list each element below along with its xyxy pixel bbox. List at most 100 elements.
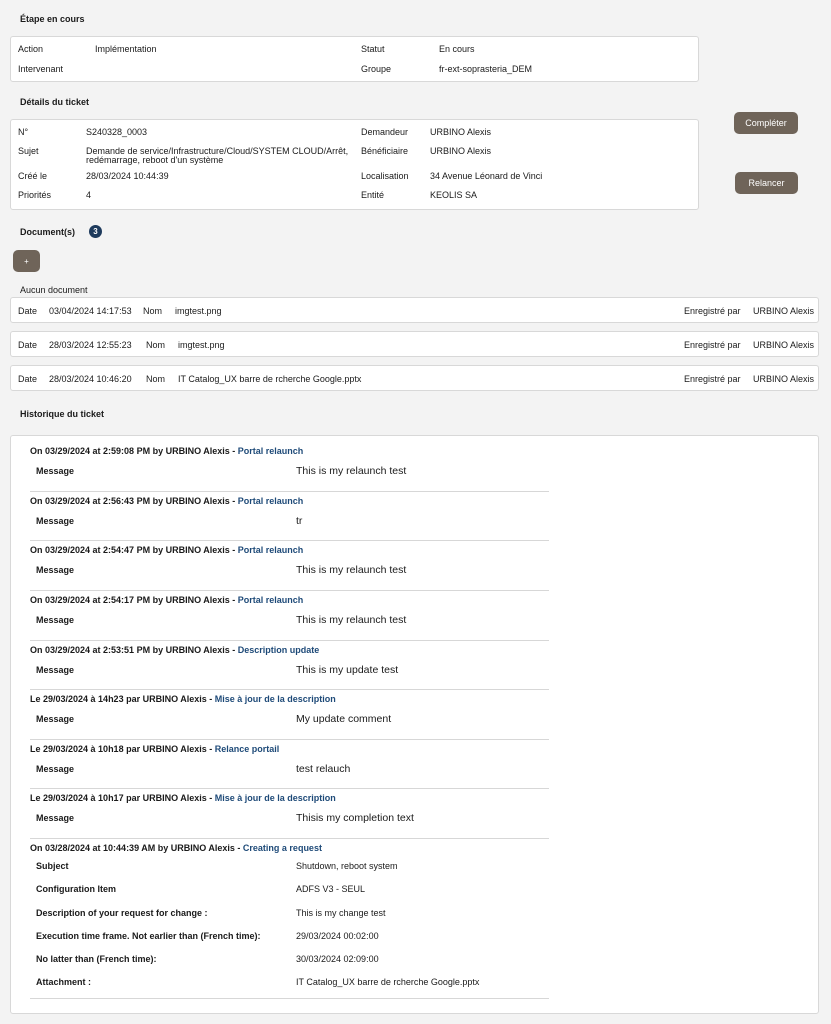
intervenant-label: Intervenant xyxy=(18,64,64,74)
cree-label: Créé le xyxy=(18,171,48,181)
doc-date: 28/03/2024 10:46:20 xyxy=(49,374,132,384)
doc-by: URBINO Alexis xyxy=(753,374,815,384)
details-title: Détails du ticket xyxy=(20,97,90,107)
doc-nom[interactable]: imgtest.png xyxy=(178,340,225,350)
beneficiaire-label: Bénéficiaire xyxy=(361,146,409,156)
history-entry: On 03/28/2024 at 10:44:39 AM by URBINO A… xyxy=(30,843,549,999)
cree-value: 28/03/2024 10:44:39 xyxy=(86,171,169,181)
num-label: N° xyxy=(18,127,29,137)
history-entry-header: On 03/29/2024 at 2:59:08 PM by URBINO Al… xyxy=(30,446,304,456)
message-label: Message xyxy=(36,764,75,774)
message-value: This is my relaunch test xyxy=(296,564,407,576)
action-value: Implémentation xyxy=(95,44,157,54)
message-value: My update comment xyxy=(296,713,392,725)
history-entry: On 03/29/2024 at 2:56:43 PM by URBINO Al… xyxy=(30,496,549,541)
etape-title: Étape en cours xyxy=(20,14,85,24)
localisation-value: 34 Avenue Léonard de Vinci xyxy=(430,171,543,181)
num-value: S240328_0003 xyxy=(86,127,148,137)
message-label: Message xyxy=(36,714,75,724)
etape-card: Action Implémentation Statut En cours In… xyxy=(10,36,699,82)
description-label: Description of your request for change : xyxy=(36,908,208,918)
doc-date: 03/04/2024 14:17:53 xyxy=(49,306,132,316)
message-label: Message xyxy=(36,466,75,476)
description-value: This is my change test xyxy=(296,908,386,918)
history-entry: On 03/29/2024 at 2:54:47 PM by URBINO Al… xyxy=(30,545,549,591)
doc-by: URBINO Alexis xyxy=(753,340,815,350)
history-entry-header: On 03/29/2024 at 2:54:47 PM by URBINO Al… xyxy=(30,545,304,555)
history-entry: Le 29/03/2024 à 10h18 par URBINO Alexis … xyxy=(30,744,549,789)
history-entry: On 03/29/2024 at 2:54:17 PM by URBINO Al… xyxy=(30,595,549,641)
message-value: This is my update test xyxy=(296,664,399,676)
documents-count-badge: 3 xyxy=(89,225,102,238)
statut-value: En cours xyxy=(439,44,475,54)
message-value: This is my relaunch test xyxy=(296,465,407,477)
groupe-value: fr-ext-soprasteria_DEM xyxy=(439,64,533,74)
doc-date-label: Date xyxy=(18,340,38,350)
execution-latest-label: No latter than (French time): xyxy=(36,954,157,964)
execution-earliest-label: Execution time frame. Not earlier than (… xyxy=(36,931,261,941)
configuration-item-label: Configuration Item xyxy=(36,884,116,894)
history-entry-header: On 03/28/2024 at 10:44:39 AM by URBINO A… xyxy=(30,843,322,853)
completer-button[interactable]: Compléter xyxy=(734,112,798,134)
attachment-label: Attachment : xyxy=(36,977,92,987)
doc-nom-label: Nom xyxy=(146,340,166,350)
history-entry-header: Le 29/03/2024 à 10h18 par URBINO Alexis … xyxy=(30,744,280,754)
doc-nom-label: Nom xyxy=(146,374,166,384)
document-row[interactable]: Date 28/03/2024 10:46:20 Nom IT Catalog_… xyxy=(10,365,819,391)
doc-date-label: Date xyxy=(18,374,38,384)
message-label: Message xyxy=(36,813,75,823)
execution-earliest-value: 29/03/2024 00:02:00 xyxy=(296,931,379,941)
history-entry: On 03/29/2024 at 2:59:08 PM by URBINO Al… xyxy=(30,446,549,492)
relancer-button[interactable]: Relancer xyxy=(735,172,798,194)
message-label: Message xyxy=(36,516,75,526)
historique-title: Historique du ticket xyxy=(20,409,105,419)
subject-label: Subject xyxy=(36,861,69,871)
message-value: test relauch xyxy=(296,763,351,775)
history-entry: On 03/29/2024 at 2:53:51 PM by URBINO Al… xyxy=(30,645,549,690)
groupe-label: Groupe xyxy=(361,64,392,74)
doc-date-label: Date xyxy=(18,306,38,316)
documents-title: Document(s) xyxy=(20,227,76,237)
message-value: This is my relaunch test xyxy=(296,614,407,626)
document-row[interactable]: Date 03/04/2024 14:17:53 Nom imgtest.png… xyxy=(10,297,819,323)
doc-by-label: Enregistré par xyxy=(684,306,741,316)
sujet-value-line2: redémarrage, reboot d'un système xyxy=(86,155,224,165)
sujet-label: Sujet xyxy=(18,146,39,156)
doc-by-label: Enregistré par xyxy=(684,374,741,384)
message-value: tr xyxy=(296,515,303,527)
history-entry-header: Le 29/03/2024 à 14h23 par URBINO Alexis … xyxy=(30,694,336,704)
history-entry-header: On 03/29/2024 at 2:56:43 PM by URBINO Al… xyxy=(30,496,304,506)
document-row[interactable]: Date 28/03/2024 12:55:23 Nom imgtest.png… xyxy=(10,331,819,357)
add-document-button[interactable]: + xyxy=(13,250,40,272)
localisation-label: Localisation xyxy=(361,171,409,181)
doc-nom[interactable]: IT Catalog_UX barre de rcherche Google.p… xyxy=(178,374,361,384)
priorite-label: Priorités xyxy=(18,190,52,200)
doc-by-label: Enregistré par xyxy=(684,340,741,350)
message-value: Thisis my completion text xyxy=(296,812,414,824)
doc-nom-label: Nom xyxy=(143,306,163,316)
execution-latest-value: 30/03/2024 02:09:00 xyxy=(296,954,379,964)
entite-value: KEOLIS SA xyxy=(430,190,478,200)
entite-label: Entité xyxy=(361,190,385,200)
beneficiaire-value: URBINO Alexis xyxy=(430,146,492,156)
history-entry-header: On 03/29/2024 at 2:54:17 PM by URBINO Al… xyxy=(30,595,304,605)
action-label: Action xyxy=(18,44,44,54)
no-document-text: Aucun document xyxy=(20,285,88,295)
demandeur-value: URBINO Alexis xyxy=(430,127,492,137)
configuration-item-value: ADFS V3 - SEUL xyxy=(296,884,366,894)
demandeur-label: Demandeur xyxy=(361,127,409,137)
subject-value: Shutdown, reboot system xyxy=(296,861,398,871)
history-entry-header: On 03/29/2024 at 2:53:51 PM by URBINO Al… xyxy=(30,645,320,655)
message-label: Message xyxy=(36,565,75,575)
attachment-value[interactable]: IT Catalog_UX barre de rcherche Google.p… xyxy=(296,977,479,987)
message-label: Message xyxy=(36,615,75,625)
statut-label: Statut xyxy=(361,44,385,54)
history-entry: Le 29/03/2024 à 14h23 par URBINO Alexis … xyxy=(30,694,549,740)
history-entry-header: Le 29/03/2024 à 10h17 par URBINO Alexis … xyxy=(30,793,336,803)
doc-nom[interactable]: imgtest.png xyxy=(175,306,222,316)
doc-by: URBINO Alexis xyxy=(753,306,815,316)
message-label: Message xyxy=(36,665,75,675)
details-card: N° S240328_0003 Sujet Demande de service… xyxy=(10,119,699,210)
priorite-value: 4 xyxy=(86,190,92,200)
doc-date: 28/03/2024 12:55:23 xyxy=(49,340,132,350)
